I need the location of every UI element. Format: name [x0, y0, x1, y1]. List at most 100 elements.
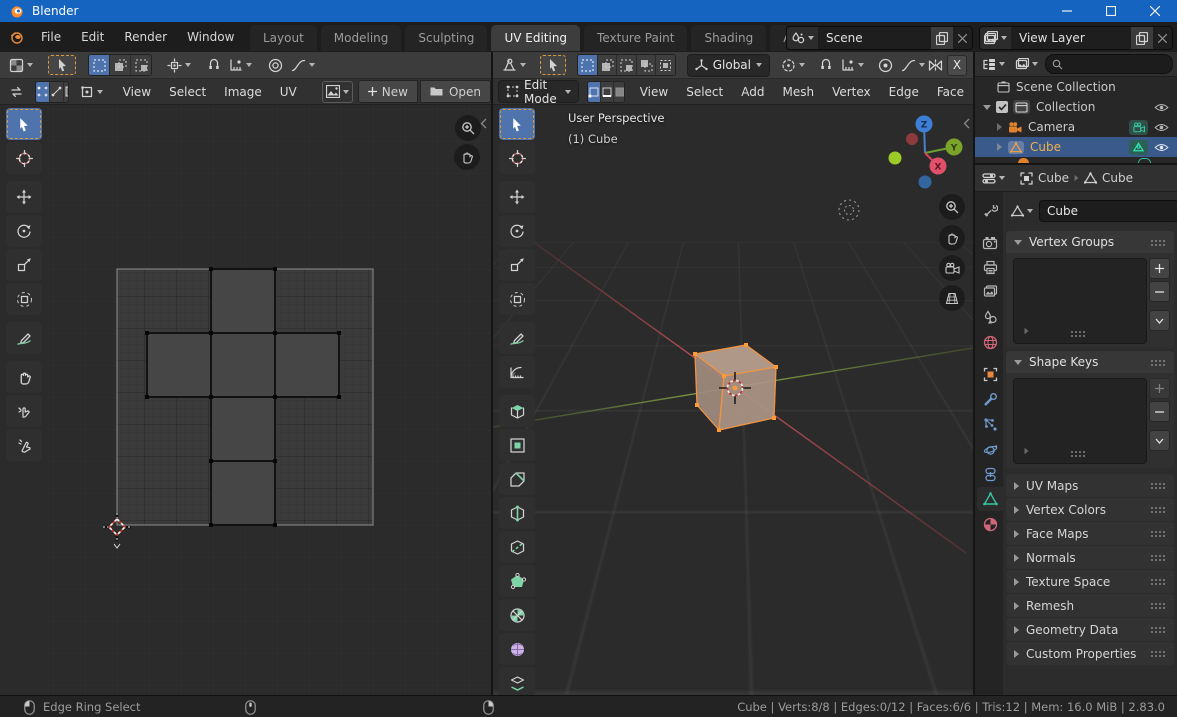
vp-tool-transform[interactable]: [499, 283, 535, 315]
menu-file[interactable]: File: [31, 22, 71, 52]
cube-hide-icon[interactable]: [1154, 143, 1169, 152]
vp-pivot-dropdown[interactable]: [778, 55, 808, 75]
panel-drag-grip[interactable]: [1150, 530, 1166, 537]
uv-zoom-button[interactable]: [455, 115, 481, 141]
uv-edge-select-button[interactable]: [50, 82, 64, 102]
uv-falloff-dropdown[interactable]: [288, 55, 318, 75]
panel-drag-grip[interactable]: [1150, 578, 1166, 585]
panel-drag-grip[interactable]: [1150, 650, 1166, 657]
panel-shape-keys-header[interactable]: Shape Keys: [1006, 351, 1174, 373]
properties-type-dropdown[interactable]: [979, 168, 1008, 188]
panel-drag-grip[interactable]: [1150, 602, 1166, 609]
tab-particles[interactable]: [977, 412, 1003, 436]
panel-drag-grip[interactable]: [1150, 626, 1166, 633]
cube-expand-icon[interactable]: [997, 143, 1002, 151]
tab-output[interactable]: [977, 255, 1003, 279]
panel-drag-grip[interactable]: [1150, 554, 1166, 561]
panel-normals[interactable]: Normals: [1006, 546, 1174, 569]
mesh-name-field[interactable]: [1039, 200, 1177, 222]
vp-select-set-button[interactable]: [578, 55, 597, 75]
minimize-button[interactable]: [1045, 0, 1089, 22]
view-layer-new-button[interactable]: [1131, 27, 1153, 49]
panel-vertex-groups-header[interactable]: Vertex Groups: [1006, 231, 1174, 253]
uv-menu-image[interactable]: Image: [215, 85, 271, 99]
uv-snap-target-dropdown[interactable]: [226, 55, 255, 75]
uv-select-subtract-button[interactable]: [131, 55, 151, 75]
uv-menu-view[interactable]: View: [114, 85, 160, 99]
blender-menu-icon[interactable]: [9, 30, 25, 44]
list-resize-grip[interactable]: [1070, 450, 1086, 457]
tab-constraints[interactable]: [977, 462, 1003, 486]
vp-menu-mesh[interactable]: Mesh: [773, 85, 823, 99]
vp-tool-measure[interactable]: [499, 356, 535, 388]
light-object[interactable]: [839, 200, 859, 220]
vp-select-invert-button[interactable]: [637, 55, 656, 75]
vp-tool-poly-build[interactable]: [499, 565, 535, 597]
tab-texture-paint[interactable]: Texture Paint: [584, 25, 687, 51]
tab-sculpting[interactable]: Sculpting: [405, 25, 487, 51]
mirror-x-toggle[interactable]: X: [947, 55, 967, 76]
tab-render[interactable]: [977, 230, 1003, 254]
list-filter-expand-icon[interactable]: [1025, 328, 1029, 334]
panel-remesh[interactable]: Remesh: [1006, 594, 1174, 617]
mesh-data-browse-dropdown[interactable]: [1008, 201, 1036, 221]
navigation-gizmo[interactable]: Z Y X: [889, 116, 963, 189]
vp-menu-add[interactable]: Add: [732, 85, 773, 99]
menu-window[interactable]: Window: [177, 22, 244, 52]
vp-menu-select[interactable]: Select: [677, 85, 732, 99]
panel-drag-grip[interactable]: [1150, 239, 1166, 246]
scene-name[interactable]: Scene: [818, 31, 931, 45]
uv-canvas[interactable]: [48, 104, 491, 695]
vp-tool-extrude-region[interactable]: [499, 395, 535, 427]
camera-data-icon[interactable]: [1129, 120, 1148, 135]
panel-geometry-data[interactable]: Geometry Data: [1006, 618, 1174, 641]
uv-tool-select-box[interactable]: [6, 108, 42, 140]
scene-new-button[interactable]: [931, 27, 953, 49]
mesh-data-icon[interactable]: [1129, 140, 1148, 155]
tab-view-layer[interactable]: [977, 280, 1003, 304]
shape-keys-list[interactable]: [1013, 378, 1147, 464]
face-mode-button[interactable]: [614, 82, 624, 102]
collection-expand-icon[interactable]: [983, 105, 991, 110]
uv-new-image-button[interactable]: New: [358, 80, 418, 103]
tab-modifiers[interactable]: [977, 387, 1003, 411]
camera-hide-icon[interactable]: [1154, 123, 1169, 132]
uv-tool-scale[interactable]: [6, 249, 42, 281]
tab-uv-editing[interactable]: UV Editing: [491, 25, 580, 51]
vp-tool-inset-faces[interactable]: [499, 429, 535, 461]
vertex-groups-list[interactable]: [1013, 258, 1147, 344]
view-layer-browse-button[interactable]: [980, 27, 1011, 49]
panel-drag-grip[interactable]: [1150, 359, 1166, 366]
proportional-edit-icon[interactable]: [265, 55, 286, 75]
vp-tool-smooth[interactable]: [499, 633, 535, 665]
uv-select-set-button[interactable]: [89, 55, 110, 75]
uv-editor-type-dropdown[interactable]: [6, 55, 36, 75]
breadcrumb-object-label[interactable]: Cube: [1038, 171, 1069, 185]
breadcrumb-data-label[interactable]: Cube: [1102, 171, 1133, 185]
panel-texture-space[interactable]: Texture Space: [1006, 570, 1174, 593]
uv-tool-pinch[interactable]: [6, 429, 42, 461]
tab-modeling[interactable]: Modeling: [321, 25, 402, 51]
outliner-filter-dropdown[interactable]: [1012, 54, 1041, 74]
vp-select-subtract-button[interactable]: [617, 55, 636, 75]
vp-tool-loop-cut[interactable]: [499, 497, 535, 529]
uv-tool-cursor[interactable]: [6, 142, 42, 174]
vp-falloff-dropdown[interactable]: [898, 55, 928, 75]
vp-active-tool-button[interactable]: [540, 55, 566, 75]
uv-tool-annotate[interactable]: [6, 322, 42, 354]
edge-mode-button[interactable]: [601, 82, 614, 102]
tab-object-data[interactable]: [977, 487, 1003, 511]
vp-snap-magnet-icon[interactable]: [816, 55, 836, 75]
collection-checkbox[interactable]: [996, 101, 1008, 113]
tab-shading[interactable]: Shading: [691, 25, 766, 51]
vp-tool-scale[interactable]: [499, 249, 535, 281]
panel-custom-properties[interactable]: Custom Properties: [1006, 642, 1174, 665]
vp-select-extend-button[interactable]: [598, 55, 617, 75]
tab-layout[interactable]: Layout: [250, 25, 317, 51]
vertex-mode-button[interactable]: [588, 82, 601, 102]
outliner-row-scene-collection[interactable]: Scene Collection: [975, 77, 1177, 97]
vp-pan-button[interactable]: [939, 225, 965, 251]
panel-face-maps[interactable]: Face Maps: [1006, 522, 1174, 545]
outliner-type-dropdown[interactable]: [979, 54, 1008, 74]
vp-menu-vertex[interactable]: Vertex: [823, 85, 880, 99]
